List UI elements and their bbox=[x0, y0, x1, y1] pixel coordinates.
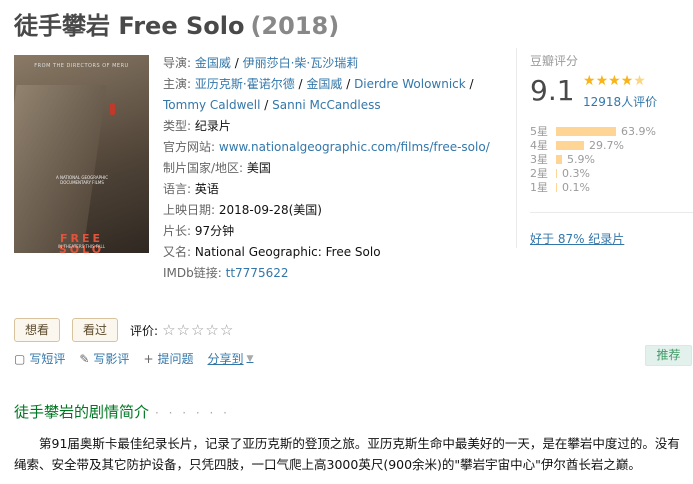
language-row: 语言: 英语 bbox=[163, 179, 495, 200]
movie-info: 导演: 金国威 / 伊丽莎白·柴·瓦沙瑞莉 主演: 亚历克斯·霍诺尔德 / 金国… bbox=[163, 53, 495, 284]
star-icon: ★ bbox=[583, 73, 596, 89]
site-row: 官方网站: www.nationalgeographic.com/films/f… bbox=[163, 137, 495, 158]
pencil-icon: ✎ bbox=[79, 351, 90, 366]
rating-bar-pct: 0.1% bbox=[562, 180, 590, 194]
rating-bar-1: 1星 0.1% bbox=[530, 180, 656, 195]
poster-blurb: A NATIONAL GEOGRAPHIC DOCUMENTARY FILMS bbox=[55, 175, 109, 185]
write-review-link[interactable]: ✎ 写影评 bbox=[79, 350, 129, 367]
rating-bar-3: 3星 5.9% bbox=[530, 152, 656, 167]
poster-title: FREE SOLO bbox=[14, 233, 149, 253]
rating-bar-pct: 0.3% bbox=[562, 166, 590, 180]
star-icon: ★ bbox=[608, 73, 621, 89]
rating-stars: ★★★★★ bbox=[583, 73, 646, 89]
country-label: 制片国家/地区: bbox=[163, 161, 244, 175]
director-label: 导演: bbox=[163, 56, 192, 70]
cast-row: 主演: 亚历克斯·霍诺尔德 / 金国威 / Dierdre Wolownick … bbox=[163, 77, 474, 112]
aka-label: 又名: bbox=[163, 245, 192, 259]
rating-bar-pct: 29.7% bbox=[589, 138, 624, 152]
rating-star-input[interactable]: ☆☆☆☆☆ bbox=[162, 321, 234, 339]
share-dropdown[interactable]: 分享到 ▼ bbox=[208, 350, 254, 367]
rating-bar-4: 4星 29.7% bbox=[530, 138, 656, 153]
comment-icon: ▢ bbox=[14, 351, 26, 366]
rate-label: 评价: bbox=[130, 323, 159, 338]
poster-climber bbox=[110, 103, 115, 115]
half-star-icon: ★ bbox=[633, 73, 646, 89]
want-to-watch-button[interactable]: 想看 bbox=[14, 318, 61, 342]
director-row: 导演: 金国威 / 伊丽莎白·柴·瓦沙瑞莉 bbox=[163, 56, 359, 70]
chevron-down-icon: ▼ bbox=[246, 353, 254, 364]
release-row: 上映日期: 2018-09-28(美国) bbox=[163, 200, 495, 221]
synopsis-title: 徒手攀岩的剧情简介 bbox=[14, 403, 150, 421]
cast-link-4[interactable]: Sanni McCandless bbox=[272, 98, 380, 112]
runtime-value: 97分钟 bbox=[194, 224, 235, 238]
rating-panel: 豆瓣评分 9.1 ★★★★★ 12918人评价 5星 63.9% 4星 29.7… bbox=[516, 48, 693, 248]
cast-link-3[interactable]: Tommy Caldwell bbox=[163, 98, 260, 112]
rating-bar-fill bbox=[556, 168, 557, 178]
poster-rock bbox=[14, 85, 107, 253]
movie-poster[interactable]: FROM THE DIRECTORS OF MERU A NATIONAL GE… bbox=[14, 55, 149, 253]
rating-bar-pct: 63.9% bbox=[621, 124, 656, 138]
recommend-button[interactable]: 推荐 bbox=[645, 345, 692, 366]
official-site-link[interactable]: www.nationalgeographic.com/films/free-so… bbox=[219, 140, 490, 154]
rating-bar-5: 5星 63.9% bbox=[530, 124, 656, 139]
rating-bar-2: 2星 0.3% bbox=[530, 166, 656, 181]
rating-bar-label: 1星 bbox=[530, 181, 548, 194]
share-label: 分享到 bbox=[207, 352, 244, 366]
poster-tagline: FROM THE DIRECTORS OF MERU bbox=[34, 63, 129, 69]
rating-bar-fill bbox=[556, 140, 584, 150]
synopsis-text: 第91届奥斯卡最佳纪录长片，记录了亚历克斯的登顶之旅。亚历克斯生命中最美好的一天… bbox=[14, 436, 680, 472]
country-value: 美国 bbox=[246, 161, 271, 175]
synopsis-dots: · · · · · · bbox=[155, 406, 230, 420]
rating-count-link[interactable]: 12918人评价 bbox=[583, 93, 657, 110]
interest-actions: 想看 看过 评价: ☆☆☆☆☆ bbox=[14, 318, 234, 342]
runtime-row: 片长: 97分钟 bbox=[163, 221, 495, 242]
genre-row: 类型: 纪录片 bbox=[163, 116, 495, 137]
rating-bar-fill bbox=[556, 126, 616, 136]
rating-bar-fill bbox=[556, 182, 557, 192]
star-icon: ★ bbox=[595, 73, 609, 89]
imdb-label: IMDb链接: bbox=[163, 266, 222, 280]
rating-distribution: 5星 63.9% 4星 29.7% 3星 5.9% 2星 0.3% 1星 0.1… bbox=[530, 124, 656, 195]
rating-divider bbox=[530, 212, 693, 213]
cast-label: 主演: bbox=[163, 77, 192, 91]
language-label: 语言: bbox=[163, 182, 192, 196]
genre-label: 类型: bbox=[163, 119, 192, 133]
rating-bar-pct: 5.9% bbox=[567, 152, 595, 166]
country-row: 制片国家/地区: 美国 bbox=[163, 158, 495, 179]
aka-row: 又名: National Geographic: Free Solo bbox=[163, 242, 495, 263]
aka-value: National Geographic: Free Solo bbox=[194, 245, 381, 259]
poster-bottom: IN THEATERS THIS FALL bbox=[58, 244, 105, 249]
imdb-link[interactable]: tt7775622 bbox=[226, 266, 289, 280]
ask-question-link[interactable]: + 提问题 bbox=[143, 350, 193, 367]
plus-icon: + bbox=[143, 351, 154, 366]
rating-title: 豆瓣评分 bbox=[530, 54, 579, 68]
runtime-label: 片长: bbox=[163, 224, 192, 238]
movie-name: 徒手攀岩 Free Solo bbox=[14, 12, 245, 40]
ask-question-label: 提问题 bbox=[157, 352, 194, 366]
genre-value: 纪录片 bbox=[194, 119, 231, 133]
director-link-1[interactable]: 伊丽莎白·柴·瓦沙瑞莉 bbox=[243, 56, 359, 70]
watched-button[interactable]: 看过 bbox=[72, 318, 119, 342]
rating-score: 9.1 bbox=[530, 74, 575, 107]
movie-year: (2018) bbox=[250, 12, 340, 40]
cast-link-0[interactable]: 亚历克斯·霍诺尔德 bbox=[195, 77, 295, 91]
rating-bar-fill bbox=[556, 154, 562, 164]
write-review-label: 写影评 bbox=[93, 352, 130, 366]
write-short-review-label: 写短评 bbox=[29, 352, 66, 366]
tool-links: ▢ 写短评 ✎ 写影评 + 提问题 分享到 ▼ bbox=[14, 350, 267, 367]
director-link-0[interactable]: 金国威 bbox=[195, 56, 231, 70]
release-value: 2018-09-28(美国) bbox=[218, 203, 322, 217]
site-label: 官方网站: bbox=[163, 140, 216, 154]
cast-link-1[interactable]: 金国威 bbox=[306, 77, 342, 91]
cast-link-2[interactable]: Dierdre Wolownick bbox=[354, 77, 466, 91]
page-title: 徒手攀岩 Free Solo (2018) bbox=[14, 6, 339, 41]
release-label: 上映日期: bbox=[163, 203, 216, 217]
language-value: 英语 bbox=[194, 182, 219, 196]
star-icon: ★ bbox=[620, 73, 634, 89]
better-than-link[interactable]: 好于 87% 纪录片 bbox=[530, 230, 624, 247]
imdb-row: IMDb链接: tt7775622 bbox=[163, 263, 495, 284]
synopsis-heading: 徒手攀岩的剧情简介 · · · · · · bbox=[14, 401, 230, 422]
write-short-review-link[interactable]: ▢ 写短评 bbox=[14, 350, 65, 367]
